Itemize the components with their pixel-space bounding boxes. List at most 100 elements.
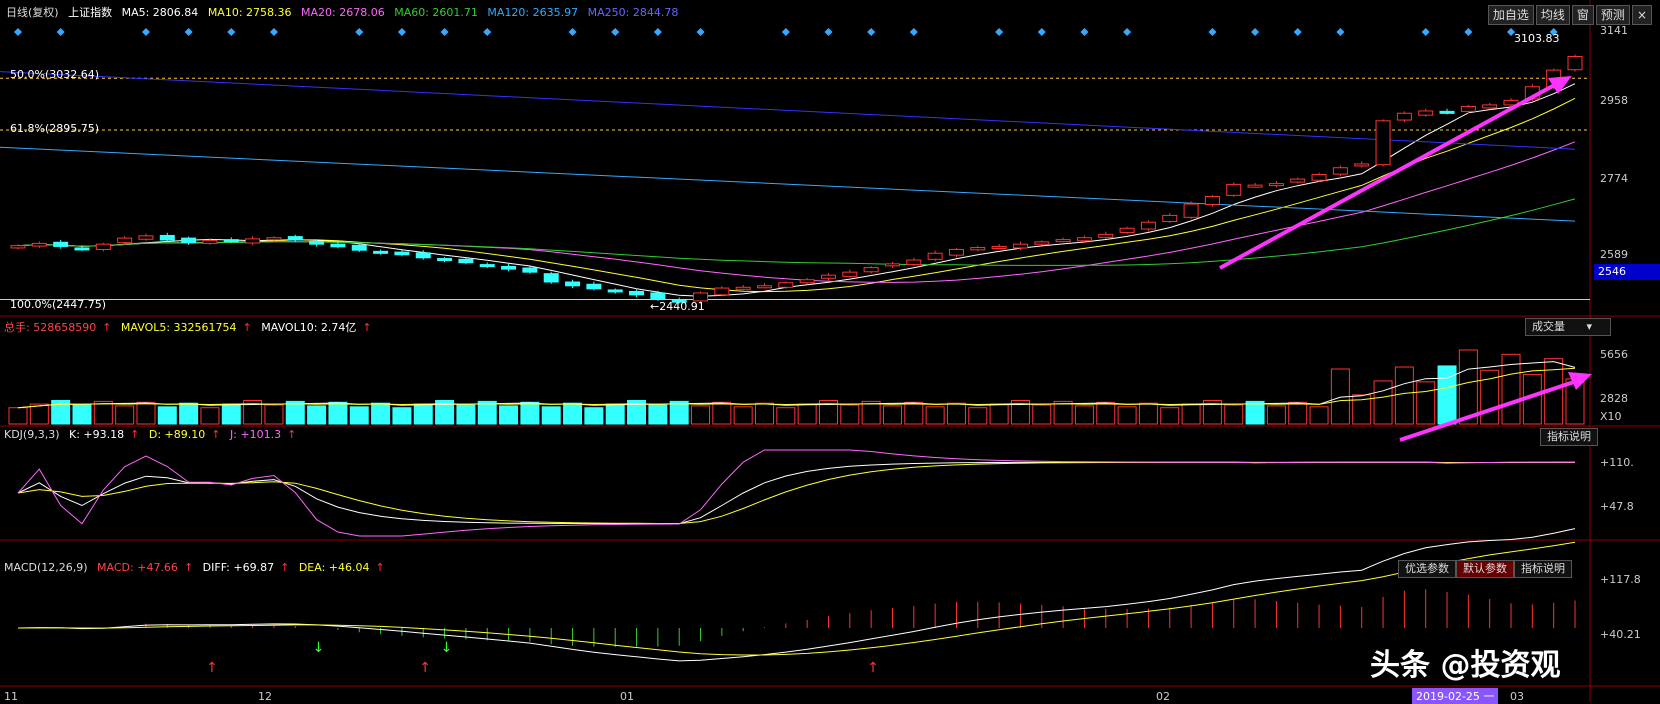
trend-arrow-price (1219, 76, 1572, 270)
volume-bar (605, 403, 625, 425)
volume-bar (1181, 403, 1201, 425)
up-arrow-icon: ↑ (183, 561, 194, 574)
volume-bar (136, 401, 156, 425)
volume-bar (1373, 380, 1393, 425)
macd-buttons: 优选参数 默认参数 指标说明 (1398, 560, 1572, 578)
volume-bar (989, 403, 1009, 425)
candle-body (543, 273, 559, 283)
sell-signal-icon: ↓ (441, 640, 453, 656)
indicator-select[interactable]: 成交量 ▾ (1525, 318, 1611, 336)
price-ytick: 2958 (1600, 94, 1628, 107)
candle-body (1226, 183, 1242, 196)
volume-ytick: 2828 (1600, 392, 1628, 405)
candle-body (53, 241, 69, 247)
chart-canvas[interactable]: ↑ ↓ ↑ ↓ ↑ (0, 0, 1660, 702)
volume-bar (413, 403, 433, 425)
candle-body (607, 289, 623, 293)
volume-bar (221, 403, 241, 425)
event-diamond (1421, 28, 1430, 36)
event-diamond (824, 28, 833, 36)
volume-bar (29, 403, 49, 425)
kdj-line (17, 461, 1575, 525)
candle-body (266, 237, 282, 241)
kdj-help-button[interactable]: 指标说明 (1540, 428, 1598, 446)
candle-body (1375, 120, 1391, 166)
event-diamond (1037, 28, 1046, 36)
candle-body (1311, 174, 1327, 181)
candle-body (906, 259, 922, 266)
event-diamond (781, 28, 790, 36)
volume-bar (755, 402, 775, 425)
low-marker: ←2440.91 (650, 300, 705, 313)
candle-body (1268, 183, 1284, 187)
candle-body (650, 292, 666, 300)
volume-bar (93, 400, 113, 425)
window-button[interactable]: 窗 (1571, 5, 1594, 25)
x-label: 03 (1510, 690, 1524, 703)
volume-bar (157, 406, 177, 425)
volume-bar (371, 402, 391, 425)
x-label: 11 (4, 690, 18, 703)
up-arrow-icon: ↑ (130, 428, 140, 441)
optimize-params-button[interactable]: 优选参数 (1398, 560, 1456, 578)
candle-body (74, 247, 90, 251)
candle-body (629, 290, 645, 296)
price-ytick: 2774 (1600, 172, 1628, 185)
volume-bar (584, 407, 604, 425)
candle-body (586, 283, 602, 290)
candle-body (31, 242, 47, 247)
event-diamond (355, 28, 364, 36)
total-volume: 总手: 528658590 (4, 321, 97, 334)
macd-title: MACD(12,26,9) (4, 561, 88, 574)
volume-bar (1138, 402, 1158, 425)
event-diamond (269, 28, 278, 36)
event-diamond (1123, 28, 1132, 36)
ma10-label: MA10: 2758.36 (207, 6, 292, 19)
buy-signal-icon: ↑ (867, 660, 879, 676)
period-label[interactable]: 日线(复权) (6, 6, 59, 19)
volume-bar (1480, 369, 1500, 425)
volume-bar (264, 404, 284, 425)
volume-bar (520, 401, 540, 425)
volume-bar (1416, 381, 1436, 425)
event-diamond (440, 28, 449, 36)
buy-signal-icon: ↑ (206, 660, 218, 676)
candle-body (1439, 110, 1455, 114)
volume-bar (1437, 365, 1457, 425)
fib-50-label: 50.0%(3032.64) (10, 68, 100, 81)
ma20-label: MA20: 2678.06 (301, 6, 385, 19)
macd-help-button[interactable]: 指标说明 (1514, 560, 1572, 578)
kdj-ytick: +47.8 (1600, 500, 1634, 513)
volume-bar (648, 404, 668, 425)
volume-bar (861, 400, 881, 425)
mavol5: MAVOL5: 332561754 (120, 321, 237, 334)
candle-body (799, 279, 815, 284)
candle-body (458, 258, 474, 264)
volume-bar (733, 406, 753, 425)
volume-bar (8, 407, 28, 425)
candle-body (735, 286, 751, 290)
ma5-label: MA5: 2806.84 (121, 6, 199, 19)
candle-body (1482, 104, 1498, 109)
candle-body (863, 267, 879, 273)
ma-button[interactable]: 均线 (1535, 5, 1570, 25)
volume-bar (1032, 404, 1052, 425)
volume-bar (349, 406, 369, 425)
volume-bar (1096, 401, 1116, 425)
fib-618-label: 61.8%(2895.75) (10, 122, 100, 135)
candle-body (778, 282, 794, 288)
event-diamond (1293, 28, 1302, 36)
add-watchlist-button[interactable]: 加自选 (1487, 5, 1534, 25)
header-buttons: 加自选 均线 窗 预测 × (1486, 5, 1652, 25)
volume-bar (669, 400, 689, 425)
volume-bar (285, 400, 305, 425)
candle-body (1396, 112, 1412, 121)
forecast-button[interactable]: 预测 (1595, 5, 1630, 25)
close-icon[interactable]: × (1631, 5, 1652, 25)
macd-ytick: +117.8 (1600, 573, 1641, 586)
candle-body (948, 248, 964, 256)
candle-body (1055, 239, 1071, 243)
default-params-button[interactable]: 默认参数 (1456, 560, 1514, 578)
candle-body (95, 243, 111, 250)
x-label: 12 (258, 690, 272, 703)
